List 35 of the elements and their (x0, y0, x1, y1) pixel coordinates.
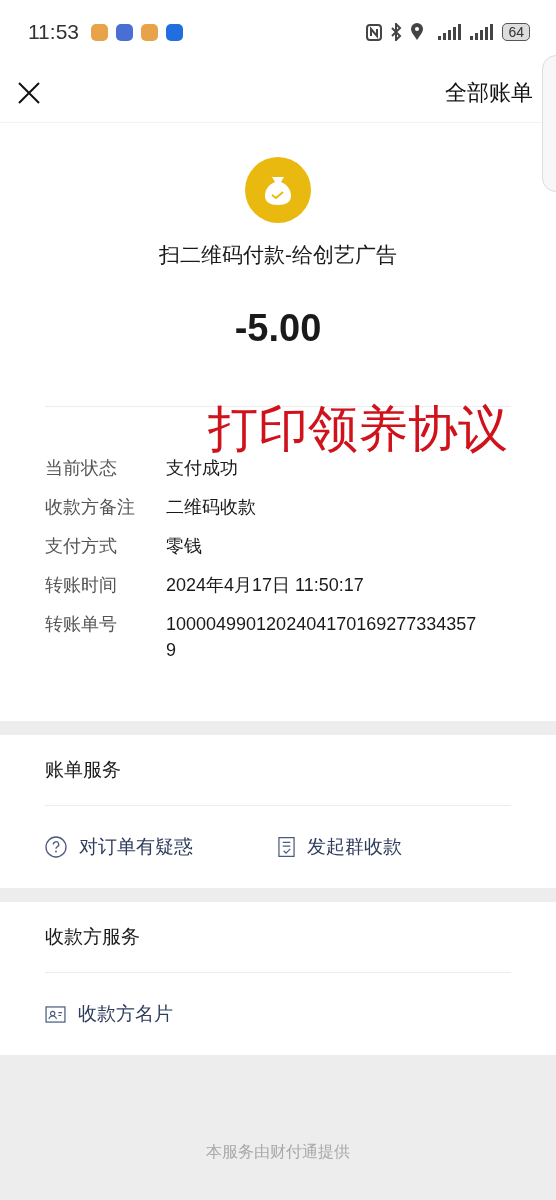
payment-amount: -5.00 (234, 307, 322, 350)
app-notification-icon (116, 23, 133, 41)
app-notification-icon (91, 23, 108, 41)
detail-value: 二维码收款 (166, 496, 256, 519)
receipt-icon (278, 836, 295, 858)
detail-value: 2024年4月17日 11:50:17 (166, 574, 364, 597)
section-title: 收款方服务 (45, 902, 511, 973)
annotation-text: 打印领养协议 (208, 404, 508, 454)
payment-title: 扫二维码付款-给创艺广告 (159, 242, 397, 268)
footer-note: 本服务由财付通提供 (206, 1142, 350, 1162)
all-bills-link[interactable]: 全部账单 (445, 78, 533, 108)
question-icon (45, 836, 67, 858)
detail-label: 收款方备注 (45, 496, 136, 519)
clock: 11:53 (28, 20, 79, 44)
service-link[interactable]: 发起群收款 (278, 834, 511, 860)
section-title: 账单服务 (45, 735, 511, 806)
app-notification-icon (141, 23, 158, 41)
detail-label: 支付方式 (45, 535, 118, 558)
detail-label: 转账单号 (45, 613, 118, 636)
contact-card-icon (45, 1005, 66, 1023)
detail-value: 10000499012024041701692773343579 (166, 613, 477, 662)
detail-label: 转账时间 (45, 574, 118, 597)
nfc-icon (366, 23, 383, 41)
detail-label: 当前状态 (45, 457, 118, 480)
service-link[interactable]: 对订单有疑惑 (45, 834, 278, 860)
detail-value: 零钱 (166, 535, 202, 558)
close-icon[interactable] (18, 82, 40, 104)
battery-indicator: 64 (502, 23, 530, 41)
location-icon (410, 23, 425, 41)
app-notification-icon (166, 23, 183, 41)
signal-icon (470, 24, 495, 40)
service-link[interactable]: 收款方名片 (45, 1001, 292, 1027)
money-bag-icon (245, 157, 311, 223)
bluetooth-icon (390, 23, 403, 41)
detail-value: 支付成功 (166, 457, 238, 480)
